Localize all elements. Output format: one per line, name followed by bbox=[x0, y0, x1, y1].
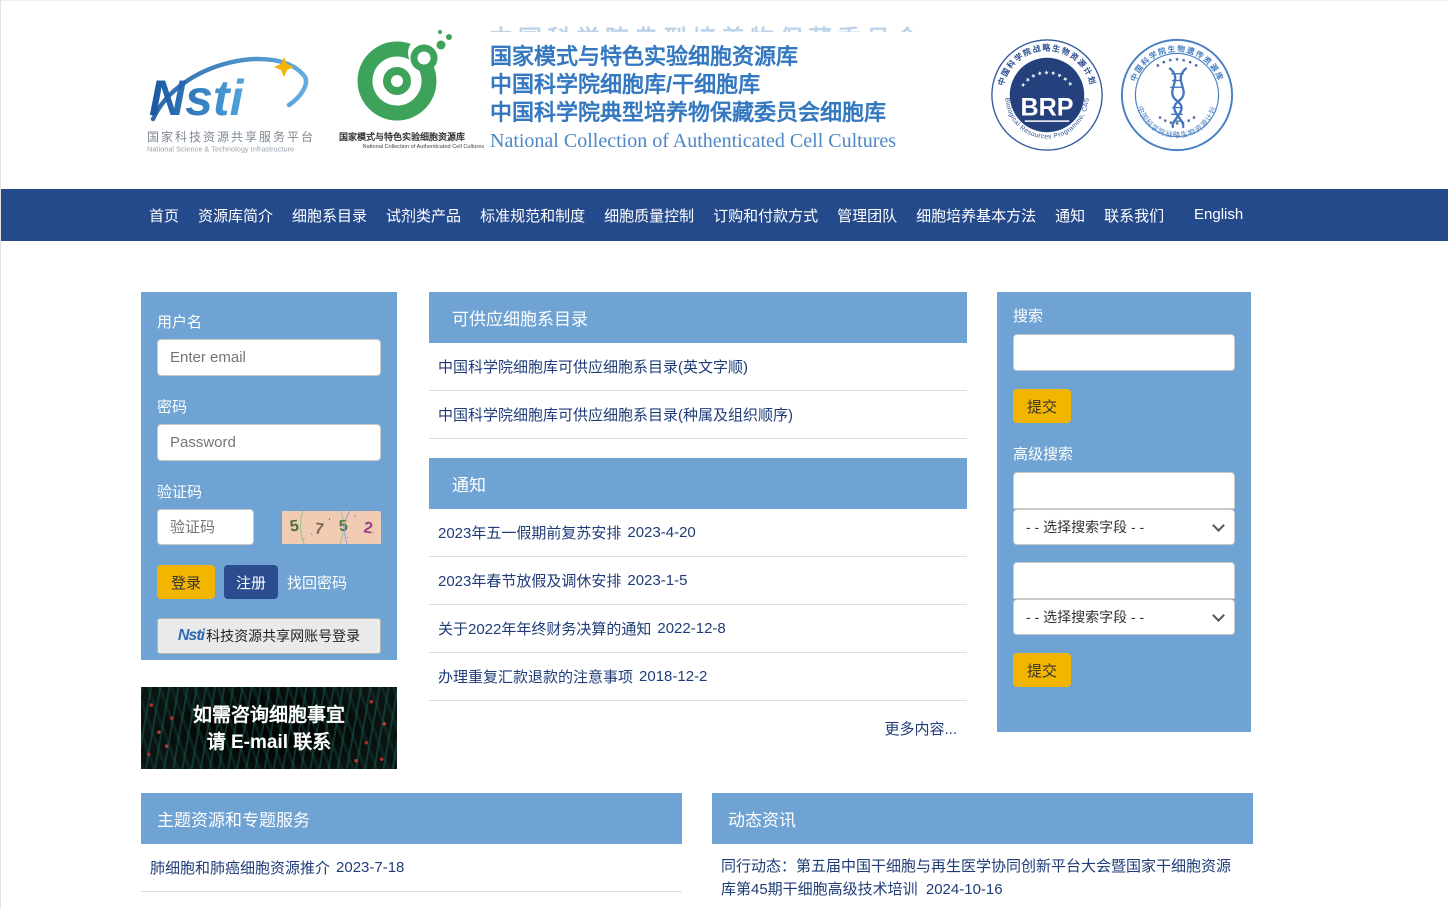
login-button[interactable]: 登录 bbox=[157, 565, 215, 599]
nav-item[interactable]: 细胞培养基本方法 bbox=[916, 205, 1036, 226]
notice-date: 2022-12-8 bbox=[657, 620, 725, 637]
site-title-english: National Collection of Authenticated Cel… bbox=[490, 130, 896, 153]
more-content-link[interactable]: 更多内容... bbox=[429, 718, 957, 739]
green-logo-caption-cn: 国家模式与特色实验细胞资源库 bbox=[339, 130, 463, 143]
nav-item[interactable]: 试剂类产品 bbox=[386, 205, 461, 226]
news-header: 动态资讯 bbox=[712, 793, 1253, 844]
search-label: 搜索 bbox=[1013, 305, 1235, 326]
captcha-image[interactable]: 5752 bbox=[282, 511, 381, 544]
catalog-item[interactable]: 中国科学院细胞库可供应细胞系目录(种属及组织顺序) bbox=[429, 391, 967, 439]
search-field-select-1-wrap: - - 选择搜索字段 - - bbox=[1013, 509, 1235, 545]
main-nav: 首页资源库简介细胞系目录试剂类产品标准规范和制度细胞质量控制订购和付款方式管理团… bbox=[1, 189, 1448, 241]
catalog-section: 可供应细胞系目录 中国科学院细胞库可供应细胞系目录(英文字顺) 中国科学院细胞库… bbox=[429, 292, 967, 439]
brp-badge: 中国科学院战略生物资源计划 ★★★★★★★★★ BRP Biological R… bbox=[989, 37, 1105, 153]
svg-text:Nsti: Nsti bbox=[149, 70, 245, 125]
nav-item[interactable]: 细胞质量控制 bbox=[604, 205, 694, 226]
banner-line-1: 如需咨询细胞事宜 bbox=[141, 702, 397, 729]
username-input[interactable] bbox=[157, 339, 381, 376]
nav-item[interactable]: 订购和付款方式 bbox=[713, 205, 818, 226]
dna-badge: 中国科学院生物遗传资源库 中国科学院战略生物资源计划 ★ ★ ★ ★ ★ ★ ★… bbox=[1119, 37, 1235, 153]
nav-item[interactable]: 管理团队 bbox=[837, 205, 897, 226]
nsti-logo-caption-cn: 国家科技资源共享服务平台 bbox=[147, 128, 327, 145]
notice-item[interactable]: 办理重复汇款退款的注意事项 2018-12-2 bbox=[429, 653, 967, 701]
green-cellbank-logo: 国家模式与特色实验细胞资源库 National Collection of Au… bbox=[339, 29, 463, 155]
ghost-title-artifact: 中国科学院典型培养物保藏委员会细胞库 bbox=[489, 11, 921, 32]
nsti-logo-caption-en: National Science & Technology Infrastruc… bbox=[147, 145, 295, 153]
svg-text:BRP: BRP bbox=[1020, 93, 1073, 121]
site-title-line: 国家模式与特色实验细胞资源库 bbox=[490, 43, 896, 71]
advanced-search-label: 高级搜索 bbox=[1013, 443, 1235, 464]
banner-line-2: 请 E-mail 联系 bbox=[141, 729, 397, 756]
advanced-search-submit-button[interactable]: 提交 bbox=[1013, 653, 1071, 687]
advanced-search-input-1[interactable] bbox=[1013, 472, 1235, 509]
nav-english-link[interactable]: English bbox=[1194, 206, 1243, 223]
topics-section: 主题资源和专题服务 肺细胞和肺癌细胞资源推介 2023-7-18 bbox=[141, 793, 682, 892]
captcha-digit: 7 bbox=[313, 520, 324, 539]
search-input[interactable] bbox=[1013, 334, 1235, 371]
captcha-label: 验证码 bbox=[157, 481, 381, 502]
site-title-line: 中国科学院典型培养物保藏委员会细胞库 bbox=[490, 99, 896, 127]
notices-header: 通知 bbox=[429, 458, 967, 509]
nsti-logo-small: Nsti bbox=[178, 627, 204, 645]
nav-item[interactable]: 联系我们 bbox=[1104, 205, 1164, 226]
news-date: 2024-10-16 bbox=[926, 881, 1003, 898]
site-title-line: 中国科学院细胞库/干细胞库 bbox=[490, 71, 896, 99]
captcha-input[interactable] bbox=[157, 509, 254, 545]
search-submit-button[interactable]: 提交 bbox=[1013, 389, 1071, 423]
notice-date: 2018-12-2 bbox=[639, 668, 707, 685]
search-field-select-2-wrap: - - 选择搜索字段 - - bbox=[1013, 599, 1235, 635]
catalog-title: 可供应细胞系目录 bbox=[452, 305, 588, 330]
dna-badge-icon: 中国科学院生物遗传资源库 中国科学院战略生物资源计划 ★ ★ ★ ★ ★ ★ ★… bbox=[1119, 37, 1235, 153]
captcha-digit: 5 bbox=[339, 518, 349, 537]
news-section: 动态资讯 同行动态：第五届中国干细胞与再生医学协同创新平台大会暨国家干细胞资源库… bbox=[712, 793, 1253, 908]
notices-section: 通知 2023年五一假期前复苏安排 2023-4-20 2023年春节放假及调休… bbox=[429, 458, 967, 701]
site-title: 国家模式与特色实验细胞资源库中国科学院细胞库/干细胞库中国科学院典型培养物保藏委… bbox=[490, 43, 896, 153]
register-button[interactable]: 注册 bbox=[224, 565, 278, 599]
nav-item[interactable]: 通知 bbox=[1055, 205, 1085, 226]
notice-date: 2023-4-20 bbox=[627, 524, 695, 541]
notice-item[interactable]: 关于2022年年终财务决算的通知 2022-12-8 bbox=[429, 605, 967, 653]
forgot-password-link[interactable]: 找回密码 bbox=[287, 572, 347, 593]
nav-item[interactable]: 首页 bbox=[149, 205, 179, 226]
captcha-digit: 5 bbox=[289, 517, 300, 536]
search-panel: 搜索 提交 高级搜索 - - 选择搜索字段 - - - - 选择搜索字段 - -… bbox=[997, 292, 1251, 732]
brp-badge-icon: 中国科学院战略生物资源计划 ★★★★★★★★★ BRP Biological R… bbox=[989, 37, 1105, 153]
notice-date: 2023-1-5 bbox=[627, 572, 687, 589]
nsti-login-label: 科技资源共享网账号登录 bbox=[206, 626, 360, 646]
page: 中国科学院典型培养物保藏委员会细胞库 Nsti 国家科技资源共享服务平台 Nat… bbox=[0, 0, 1448, 908]
login-panel: 用户名 密码 验证码 5752 登录 注册 找回密码 Nsti 科技资源共享网账… bbox=[141, 292, 397, 660]
nav-item[interactable]: 资源库简介 bbox=[198, 205, 273, 226]
nav-item[interactable]: 细胞系目录 bbox=[292, 205, 367, 226]
topic-date: 2023-7-18 bbox=[336, 859, 404, 876]
nsti-logo: Nsti 国家科技资源共享服务平台 National Science & Tec… bbox=[147, 51, 327, 155]
green-cellbank-logo-icon bbox=[339, 29, 463, 129]
nsti-account-login-button[interactable]: Nsti 科技资源共享网账号登录 bbox=[157, 618, 381, 654]
news-title: 动态资讯 bbox=[728, 806, 796, 831]
nav-item[interactable]: 标准规范和制度 bbox=[480, 205, 585, 226]
notice-item[interactable]: 2023年春节放假及调休安排 2023-1-5 bbox=[429, 557, 967, 605]
password-label: 密码 bbox=[157, 396, 381, 417]
captcha-digit: 2 bbox=[362, 519, 374, 538]
password-input[interactable] bbox=[157, 424, 381, 461]
username-label: 用户名 bbox=[157, 311, 381, 332]
catalog-header: 可供应细胞系目录 bbox=[429, 292, 967, 343]
search-field-select-1[interactable]: - - 选择搜索字段 - - bbox=[1013, 509, 1235, 545]
nsti-logo-icon: Nsti bbox=[147, 51, 327, 125]
advanced-search-input-2[interactable] bbox=[1013, 562, 1235, 599]
email-contact-banner[interactable]: 如需咨询细胞事宜 请 E-mail 联系 bbox=[141, 687, 397, 769]
topics-title: 主题资源和专题服务 bbox=[157, 806, 310, 831]
catalog-item[interactable]: 中国科学院细胞库可供应细胞系目录(英文字顺) bbox=[429, 343, 967, 391]
notices-title: 通知 bbox=[452, 471, 486, 496]
green-logo-caption-en: National Collection of Authenticated Cel… bbox=[363, 143, 440, 149]
topics-header: 主题资源和专题服务 bbox=[141, 793, 682, 844]
topic-item[interactable]: 肺细胞和肺癌细胞资源推介 2023-7-18 bbox=[141, 844, 682, 892]
search-field-select-2[interactable]: - - 选择搜索字段 - - bbox=[1013, 599, 1235, 635]
news-item[interactable]: 同行动态：第五届中国干细胞与再生医学协同创新平台大会暨国家干细胞资源库第45期干… bbox=[712, 844, 1253, 908]
notice-item[interactable]: 2023年五一假期前复苏安排 2023-4-20 bbox=[429, 509, 967, 557]
